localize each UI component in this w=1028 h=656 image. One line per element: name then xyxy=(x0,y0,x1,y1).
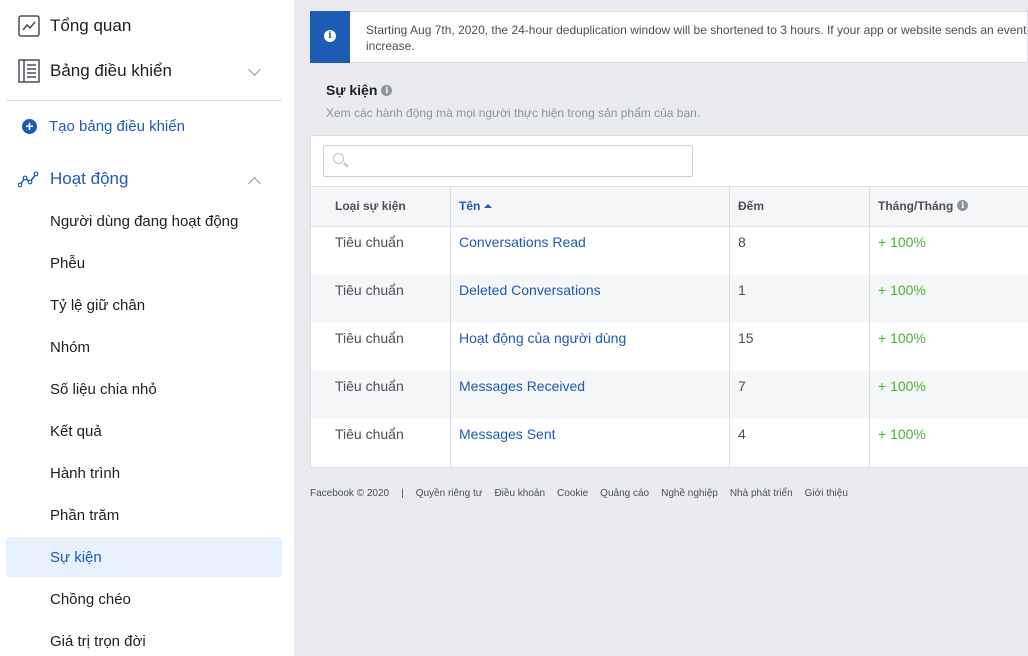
line-chart-icon xyxy=(18,15,40,37)
cell-month-over-month: + 100% xyxy=(878,426,926,442)
sidebar-divider xyxy=(6,100,282,101)
event-name-link[interactable]: Messages Sent xyxy=(459,426,556,442)
sidebar-item-active-users[interactable]: Người dùng đang hoạt động xyxy=(50,213,238,230)
cell-event-type: Tiêu chuẩn xyxy=(335,378,404,394)
sidebar-item-dashboards[interactable]: Bảng điều khiển xyxy=(18,59,172,83)
cell-month-over-month: + 100% xyxy=(878,282,926,298)
cell-count: 8 xyxy=(738,234,746,250)
cell-month-over-month: + 100% xyxy=(878,234,926,250)
cell-event-type: Tiêu chuẩn xyxy=(335,282,404,298)
sidebar-item-activity[interactable]: Hoạt động xyxy=(18,169,128,189)
footer-link-careers[interactable]: Nghề nghiệp xyxy=(661,488,718,499)
footer-link-about[interactable]: Giới thiệu xyxy=(805,488,848,499)
footer-separator: | xyxy=(401,488,404,499)
sidebar-item-dashboards-label: Bảng điều khiển xyxy=(50,61,172,80)
sidebar-item-overlap[interactable]: Chồng chéo xyxy=(50,591,131,608)
chevron-down-icon[interactable] xyxy=(248,63,261,76)
cell-count: 15 xyxy=(738,330,754,346)
page-subtitle: Xem các hành động mà mọi người thực hiện… xyxy=(326,106,701,120)
cell-count: 1 xyxy=(738,282,746,298)
sidebar-item-breakdowns[interactable]: Số liệu chia nhỏ xyxy=(50,381,157,398)
create-dashboard-label: Tạo bảng điều khiển xyxy=(49,118,185,135)
column-header-type[interactable]: Loại sự kiện xyxy=(335,199,406,213)
sidebar-item-activity-label: Hoạt động xyxy=(50,169,129,188)
event-name-link[interactable]: Messages Received xyxy=(459,378,585,394)
cell-event-type: Tiêu chuẩn xyxy=(335,234,404,250)
chevron-up-icon[interactable] xyxy=(248,177,261,190)
footer: Facebook © 2020 | Quyền riêng tư Điều kh… xyxy=(310,488,860,499)
plus-circle-icon: + xyxy=(22,119,37,134)
sidebar-item-funnels[interactable]: Phễu xyxy=(50,255,85,272)
sidebar: Tổng quan Bảng điều khiển + Tạo bảng điề… xyxy=(0,0,294,656)
footer-link-ads[interactable]: Quảng cáo xyxy=(600,488,649,499)
footer-link-developers[interactable]: Nhà phát triển xyxy=(730,488,793,499)
column-header-mom[interactable]: Tháng/Tháng i xyxy=(878,199,969,213)
event-name-link[interactable]: Hoạt động của người dùng xyxy=(459,330,626,346)
footer-copyright: Facebook © 2020 xyxy=(310,488,390,499)
sidebar-item-overview-label: Tổng quan xyxy=(50,16,132,35)
column-divider xyxy=(450,186,451,467)
search-box[interactable] xyxy=(323,145,693,177)
sidebar-item-journeys[interactable]: Hành trình xyxy=(50,465,120,482)
cell-count: 4 xyxy=(738,426,746,442)
column-divider xyxy=(729,186,730,467)
column-header-mom-label: Tháng/Tháng xyxy=(878,199,954,213)
sidebar-item-overview[interactable]: Tổng quan xyxy=(18,15,131,37)
cell-event-type: Tiêu chuẩn xyxy=(335,330,404,346)
cell-month-over-month: + 100% xyxy=(878,378,926,394)
sidebar-active-highlight xyxy=(6,537,282,577)
search-icon xyxy=(333,153,344,164)
footer-link-cookie[interactable]: Cookie xyxy=(557,488,588,499)
footer-link-privacy[interactable]: Quyền riêng tư xyxy=(416,488,483,499)
info-icon[interactable]: i xyxy=(957,200,969,211)
column-header-count[interactable]: Đếm xyxy=(738,199,764,213)
event-name-link[interactable]: Deleted Conversations xyxy=(459,282,601,298)
column-header-name[interactable]: Tên xyxy=(459,199,493,213)
cell-event-type: Tiêu chuẩn xyxy=(335,426,404,442)
sort-ascending-icon xyxy=(484,204,493,208)
activity-trend-icon xyxy=(18,171,39,188)
column-header-name-label: Tên xyxy=(459,199,481,213)
info-icon: i xyxy=(324,30,336,42)
cell-count: 7 xyxy=(738,378,746,394)
notice-text: Starting Aug 7th, 2020, the 24-hour dedu… xyxy=(366,23,1027,53)
page-title: Sự kiện i xyxy=(326,82,393,98)
sidebar-item-percentiles[interactable]: Phần trăm xyxy=(50,507,119,524)
search-input[interactable] xyxy=(352,152,682,170)
event-name-link[interactable]: Conversations Read xyxy=(459,234,586,250)
cell-month-over-month: + 100% xyxy=(878,330,926,346)
footer-link-terms[interactable]: Điều khoản xyxy=(494,488,545,499)
info-icon[interactable]: i xyxy=(381,85,393,96)
dashboard-grid-icon xyxy=(18,59,40,83)
sidebar-item-cohorts[interactable]: Nhóm xyxy=(50,339,90,356)
page-title-text: Sự kiện xyxy=(326,82,378,98)
sidebar-item-retention[interactable]: Tỷ lệ giữ chân xyxy=(50,297,145,314)
column-divider xyxy=(869,186,870,467)
sidebar-item-lifetime-value[interactable]: Giá trị trọn đời xyxy=(50,633,146,650)
sidebar-item-events[interactable]: Sự kiện xyxy=(50,549,102,566)
create-dashboard-link[interactable]: + Tạo bảng điều khiển xyxy=(22,118,185,135)
sidebar-item-results[interactable]: Kết quả xyxy=(50,423,102,440)
